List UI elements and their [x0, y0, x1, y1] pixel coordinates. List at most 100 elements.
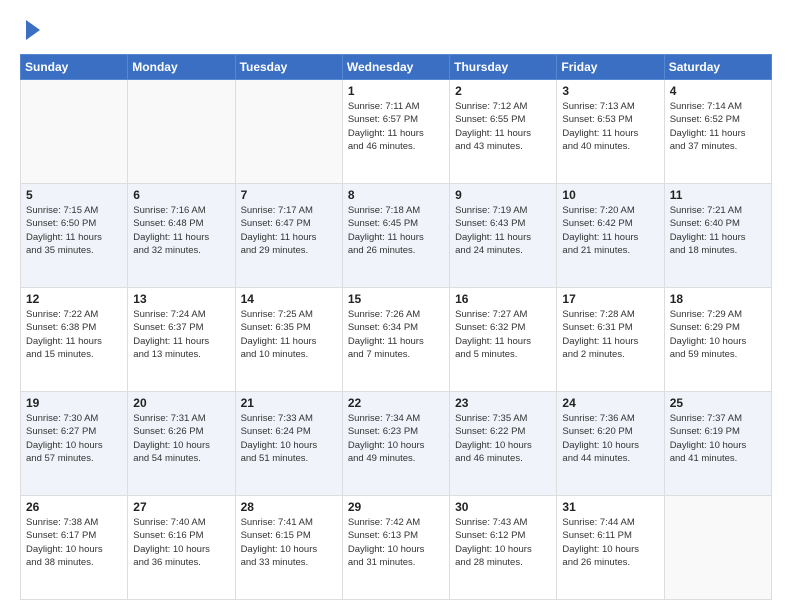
day-info: Sunrise: 7:29 AM Sunset: 6:29 PM Dayligh… — [670, 308, 766, 361]
day-number: 5 — [26, 188, 122, 202]
day-number: 18 — [670, 292, 766, 306]
day-cell: 6Sunrise: 7:16 AM Sunset: 6:48 PM Daylig… — [128, 184, 235, 288]
day-number: 27 — [133, 500, 229, 514]
day-number: 2 — [455, 84, 551, 98]
day-cell: 12 Sunrise: 7:22 AM Sunset: 6:38 PM Dayli… — [21, 288, 128, 392]
day-number: 7 — [241, 188, 337, 202]
weekday-header-friday: Friday — [557, 55, 664, 80]
day-info: Sunrise: 7:11 AM Sunset: 6:57 PM Dayligh… — [348, 100, 444, 153]
weekday-header-wednesday: Wednesday — [342, 55, 449, 80]
day-cell — [21, 80, 128, 184]
day-info: Sunrise: 7:37 AM Sunset: 6:19 PM Dayligh… — [670, 412, 766, 465]
day-number: 12 — [26, 292, 122, 306]
day-info: Sunrise: 7:34 AM Sunset: 6:23 PM Dayligh… — [348, 412, 444, 465]
day-number: 31 — [562, 500, 658, 514]
week-row-2: 5Sunrise: 7:15 AM Sunset: 6:50 PM Daylig… — [21, 184, 772, 288]
day-info: Sunrise: 7:26 AM Sunset: 6:34 PM Dayligh… — [348, 308, 444, 361]
weekday-header-row: SundayMondayTuesdayWednesdayThursdayFrid… — [21, 55, 772, 80]
day-info: Sunrise: 7:17 AM Sunset: 6:47 PM Dayligh… — [241, 204, 337, 257]
day-number: 11 — [670, 188, 766, 202]
day-cell: 21 Sunrise: 7:33 AM Sunset: 6:24 PM Dayli… — [235, 392, 342, 496]
week-row-5: 26 Sunrise: 7:38 AM Sunset: 6:17 PM Dayli… — [21, 496, 772, 600]
day-cell: 18 Sunrise: 7:29 AM Sunset: 6:29 PM Dayli… — [664, 288, 771, 392]
day-number: 30 — [455, 500, 551, 514]
day-cell: 30Sunrise: 7:43 AM Sunset: 6:12 PM Dayli… — [450, 496, 557, 600]
day-number: 29 — [348, 500, 444, 514]
day-cell: 3 Sunrise: 7:13 AM Sunset: 6:53 PM Daylig… — [557, 80, 664, 184]
day-cell — [235, 80, 342, 184]
day-number: 14 — [241, 292, 337, 306]
day-info: Sunrise: 7:21 AM Sunset: 6:40 PM Dayligh… — [670, 204, 766, 257]
day-cell: 9Sunrise: 7:19 AM Sunset: 6:43 PM Daylig… — [450, 184, 557, 288]
day-cell: 16 Sunrise: 7:27 AM Sunset: 6:32 PM Dayli… — [450, 288, 557, 392]
day-cell: 10 Sunrise: 7:20 AM Sunset: 6:42 PM Dayli… — [557, 184, 664, 288]
day-cell: 25 Sunrise: 7:37 AM Sunset: 6:19 PM Dayli… — [664, 392, 771, 496]
day-info: Sunrise: 7:41 AM Sunset: 6:15 PM Dayligh… — [241, 516, 337, 569]
day-info: Sunrise: 7:27 AM Sunset: 6:32 PM Dayligh… — [455, 308, 551, 361]
day-cell: 22 Sunrise: 7:34 AM Sunset: 6:23 PM Dayli… — [342, 392, 449, 496]
weekday-header-saturday: Saturday — [664, 55, 771, 80]
day-info: Sunrise: 7:40 AM Sunset: 6:16 PM Dayligh… — [133, 516, 229, 569]
day-cell: 20Sunrise: 7:31 AM Sunset: 6:26 PM Dayli… — [128, 392, 235, 496]
day-info: Sunrise: 7:35 AM Sunset: 6:22 PM Dayligh… — [455, 412, 551, 465]
weekday-header-thursday: Thursday — [450, 55, 557, 80]
day-info: Sunrise: 7:30 AM Sunset: 6:27 PM Dayligh… — [26, 412, 122, 465]
day-info: Sunrise: 7:28 AM Sunset: 6:31 PM Dayligh… — [562, 308, 658, 361]
day-cell — [664, 496, 771, 600]
day-info: Sunrise: 7:36 AM Sunset: 6:20 PM Dayligh… — [562, 412, 658, 465]
day-number: 24 — [562, 396, 658, 410]
day-cell: 4Sunrise: 7:14 AM Sunset: 6:52 PM Daylig… — [664, 80, 771, 184]
day-number: 15 — [348, 292, 444, 306]
day-cell: 29 Sunrise: 7:42 AM Sunset: 6:13 PM Dayli… — [342, 496, 449, 600]
day-number: 26 — [26, 500, 122, 514]
header — [20, 16, 772, 44]
day-number: 22 — [348, 396, 444, 410]
weekday-header-monday: Monday — [128, 55, 235, 80]
day-number: 3 — [562, 84, 658, 98]
day-number: 25 — [670, 396, 766, 410]
day-cell: 1 Sunrise: 7:11 AM Sunset: 6:57 PM Daylig… — [342, 80, 449, 184]
day-info: Sunrise: 7:44 AM Sunset: 6:11 PM Dayligh… — [562, 516, 658, 569]
day-info: Sunrise: 7:13 AM Sunset: 6:53 PM Dayligh… — [562, 100, 658, 153]
day-cell: 2 Sunrise: 7:12 AM Sunset: 6:55 PM Daylig… — [450, 80, 557, 184]
day-number: 21 — [241, 396, 337, 410]
day-cell: 23 Sunrise: 7:35 AM Sunset: 6:22 PM Dayli… — [450, 392, 557, 496]
day-number: 19 — [26, 396, 122, 410]
day-info: Sunrise: 7:42 AM Sunset: 6:13 PM Dayligh… — [348, 516, 444, 569]
day-cell: 17Sunrise: 7:28 AM Sunset: 6:31 PM Dayli… — [557, 288, 664, 392]
day-number: 16 — [455, 292, 551, 306]
day-info: Sunrise: 7:12 AM Sunset: 6:55 PM Dayligh… — [455, 100, 551, 153]
day-info: Sunrise: 7:33 AM Sunset: 6:24 PM Dayligh… — [241, 412, 337, 465]
day-info: Sunrise: 7:22 AM Sunset: 6:38 PM Dayligh… — [26, 308, 122, 361]
day-cell: 28Sunrise: 7:41 AM Sunset: 6:15 PM Dayli… — [235, 496, 342, 600]
week-row-4: 19 Sunrise: 7:30 AM Sunset: 6:27 PM Dayli… — [21, 392, 772, 496]
logo — [20, 16, 44, 44]
logo-icon — [22, 16, 44, 44]
day-number: 13 — [133, 292, 229, 306]
day-number: 20 — [133, 396, 229, 410]
day-number: 6 — [133, 188, 229, 202]
day-info: Sunrise: 7:24 AM Sunset: 6:37 PM Dayligh… — [133, 308, 229, 361]
week-row-3: 12 Sunrise: 7:22 AM Sunset: 6:38 PM Dayli… — [21, 288, 772, 392]
day-number: 1 — [348, 84, 444, 98]
day-cell: 19 Sunrise: 7:30 AM Sunset: 6:27 PM Dayli… — [21, 392, 128, 496]
weekday-header-sunday: Sunday — [21, 55, 128, 80]
day-info: Sunrise: 7:18 AM Sunset: 6:45 PM Dayligh… — [348, 204, 444, 257]
day-cell: 7 Sunrise: 7:17 AM Sunset: 6:47 PM Daylig… — [235, 184, 342, 288]
day-number: 23 — [455, 396, 551, 410]
day-cell: 15 Sunrise: 7:26 AM Sunset: 6:34 PM Dayli… — [342, 288, 449, 392]
day-info: Sunrise: 7:20 AM Sunset: 6:42 PM Dayligh… — [562, 204, 658, 257]
day-cell: 14 Sunrise: 7:25 AM Sunset: 6:35 PM Dayli… — [235, 288, 342, 392]
day-cell: 26 Sunrise: 7:38 AM Sunset: 6:17 PM Dayli… — [21, 496, 128, 600]
day-cell: 13 Sunrise: 7:24 AM Sunset: 6:37 PM Dayli… — [128, 288, 235, 392]
day-info: Sunrise: 7:38 AM Sunset: 6:17 PM Dayligh… — [26, 516, 122, 569]
day-cell: 24 Sunrise: 7:36 AM Sunset: 6:20 PM Dayli… — [557, 392, 664, 496]
day-info: Sunrise: 7:14 AM Sunset: 6:52 PM Dayligh… — [670, 100, 766, 153]
calendar-table: SundayMondayTuesdayWednesdayThursdayFrid… — [20, 54, 772, 600]
day-info: Sunrise: 7:25 AM Sunset: 6:35 PM Dayligh… — [241, 308, 337, 361]
day-number: 10 — [562, 188, 658, 202]
day-cell: 11 Sunrise: 7:21 AM Sunset: 6:40 PM Dayli… — [664, 184, 771, 288]
weekday-header-tuesday: Tuesday — [235, 55, 342, 80]
week-row-1: 1 Sunrise: 7:11 AM Sunset: 6:57 PM Daylig… — [21, 80, 772, 184]
day-info: Sunrise: 7:19 AM Sunset: 6:43 PM Dayligh… — [455, 204, 551, 257]
